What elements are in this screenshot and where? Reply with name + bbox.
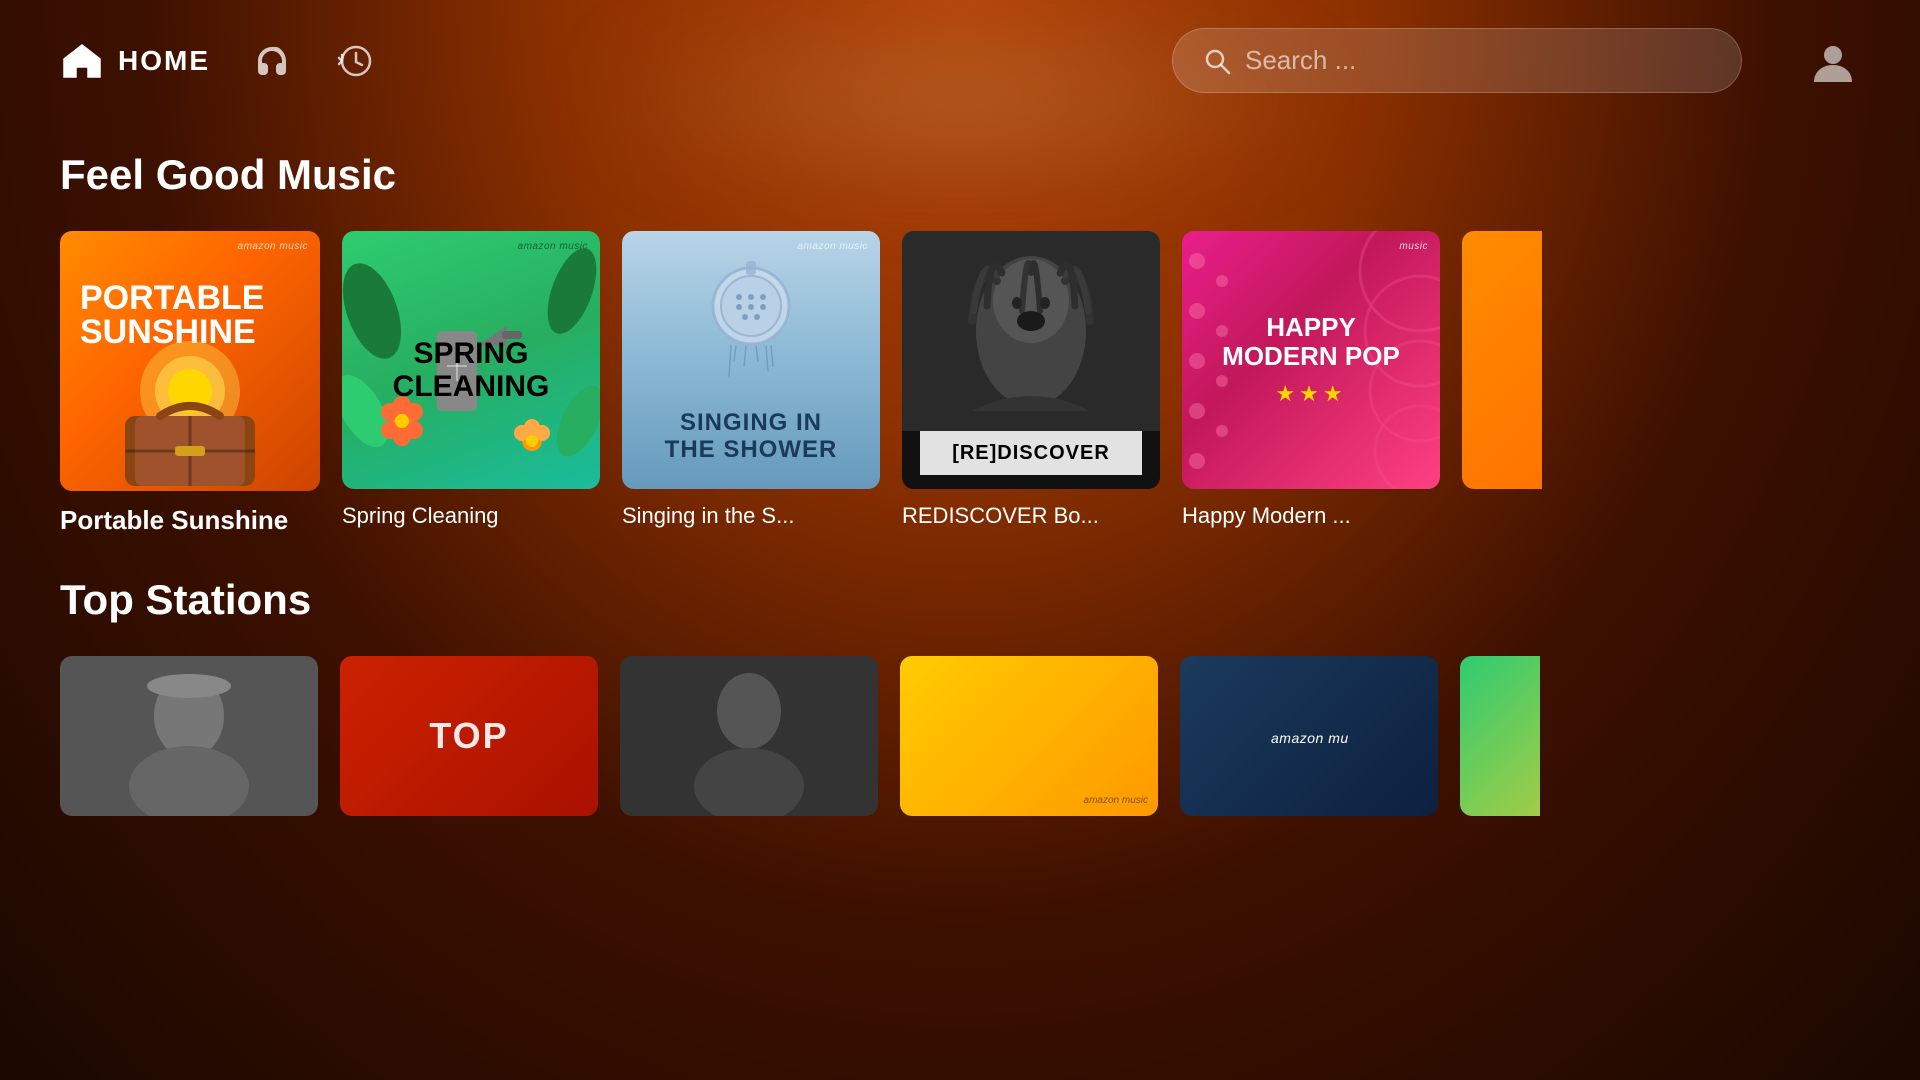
shower-head-art xyxy=(701,261,801,391)
sunshine-art-svg xyxy=(60,331,320,491)
card-label-spring: Spring Cleaning xyxy=(342,503,600,529)
card-happy-modern-pop[interactable]: music xyxy=(1182,231,1440,536)
station-1-image xyxy=(60,656,318,816)
top-stations-section: Top Stations TOP xyxy=(0,536,1920,816)
station-4-image: amazon music xyxy=(900,656,1158,816)
header: HOME xyxy=(0,0,1920,121)
amazon-music-logo-svg: amazon music xyxy=(1269,721,1349,751)
rediscover-svg: [RE]DISCOVER xyxy=(902,231,1160,489)
headphones-icon xyxy=(250,39,294,83)
shower-svg xyxy=(701,261,801,391)
feel-good-music-cards: amazon music PORTABLESUNSHINE xyxy=(60,231,1860,536)
station-5-image: amazon music xyxy=(1180,656,1438,816)
search-input[interactable] xyxy=(1245,45,1711,76)
search-icon xyxy=(1203,47,1231,75)
station-1-svg xyxy=(60,656,318,816)
home-icon xyxy=(60,39,104,83)
card-feel-good-partial[interactable]: FEEL-COU xyxy=(1462,231,1542,536)
card-title-spring: SPRINGCLEANING xyxy=(393,337,550,403)
card-happy-pop-image: music xyxy=(1182,231,1440,489)
user-profile-icon[interactable] xyxy=(1806,34,1860,88)
station-card-3[interactable] xyxy=(620,656,878,816)
station-card-4[interactable]: amazon music xyxy=(900,656,1158,816)
card-portable-sunshine[interactable]: amazon music PORTABLESUNSHINE xyxy=(60,231,320,536)
station-6-image xyxy=(1460,656,1540,816)
card-title-feel-good: FEEL-COU xyxy=(1538,317,1542,403)
card-feel-good-image: FEEL-COU xyxy=(1462,231,1542,489)
station-3-image xyxy=(620,656,878,816)
card-title-shower: SINGING INTHE SHOWER xyxy=(622,410,880,463)
station-top-image: TOP xyxy=(340,656,598,816)
card-rediscover-image: amazon music xyxy=(902,231,1160,489)
svg-text:amazon music: amazon music xyxy=(1271,730,1349,746)
station-top-label: TOP xyxy=(429,715,508,757)
station-card-6[interactable] xyxy=(1460,656,1540,816)
card-label-rediscover: REDISCOVER Bo... xyxy=(902,503,1160,529)
search-bar[interactable] xyxy=(1172,28,1742,93)
card-label-happy: Happy Modern ... xyxy=(1182,503,1440,529)
feel-good-music-section: Feel Good Music amazon music PORTABLESUN… xyxy=(0,121,1920,536)
top-stations-title: Top Stations xyxy=(60,576,1860,624)
station-3-svg xyxy=(620,656,878,816)
nav-home[interactable]: HOME xyxy=(60,39,210,83)
card-singing-shower[interactable]: amazon music xyxy=(622,231,880,536)
card-rediscover[interactable]: amazon music xyxy=(902,231,1160,536)
home-label: HOME xyxy=(118,45,210,77)
feel-good-music-title: Feel Good Music xyxy=(60,151,1860,199)
station-4-badge: amazon music xyxy=(1084,795,1148,806)
nav-history[interactable] xyxy=(334,39,378,83)
station-card-1[interactable] xyxy=(60,656,318,816)
card-stars-happy: ★★★ xyxy=(1275,381,1346,407)
card-singing-shower-image: amazon music xyxy=(622,231,880,489)
card-portable-sunshine-image: amazon music PORTABLESUNSHINE xyxy=(60,231,320,491)
nav-headphones[interactable] xyxy=(250,39,294,83)
svg-text:[RE]DISCOVER: [RE]DISCOVER xyxy=(952,442,1110,464)
card-label-portable: Portable Sunshine xyxy=(60,505,318,536)
card-spring-cleaning[interactable]: amazon music xyxy=(342,231,600,536)
card-label-shower: Singing in the S... xyxy=(622,503,880,529)
station-card-top[interactable]: TOP xyxy=(340,656,598,816)
card-title-happy: HAPPYMODERN POP xyxy=(1222,313,1400,370)
history-icon xyxy=(334,39,378,83)
rediscover-person: [RE]DISCOVER xyxy=(902,231,1160,489)
card-badge-portable: amazon music xyxy=(238,241,308,252)
card-badge-shower: amazon music xyxy=(798,241,868,252)
card-spring-cleaning-image: amazon music xyxy=(342,231,600,489)
station-card-5[interactable]: amazon music xyxy=(1180,656,1438,816)
top-stations-cards: TOP amazon music xyxy=(60,656,1860,816)
